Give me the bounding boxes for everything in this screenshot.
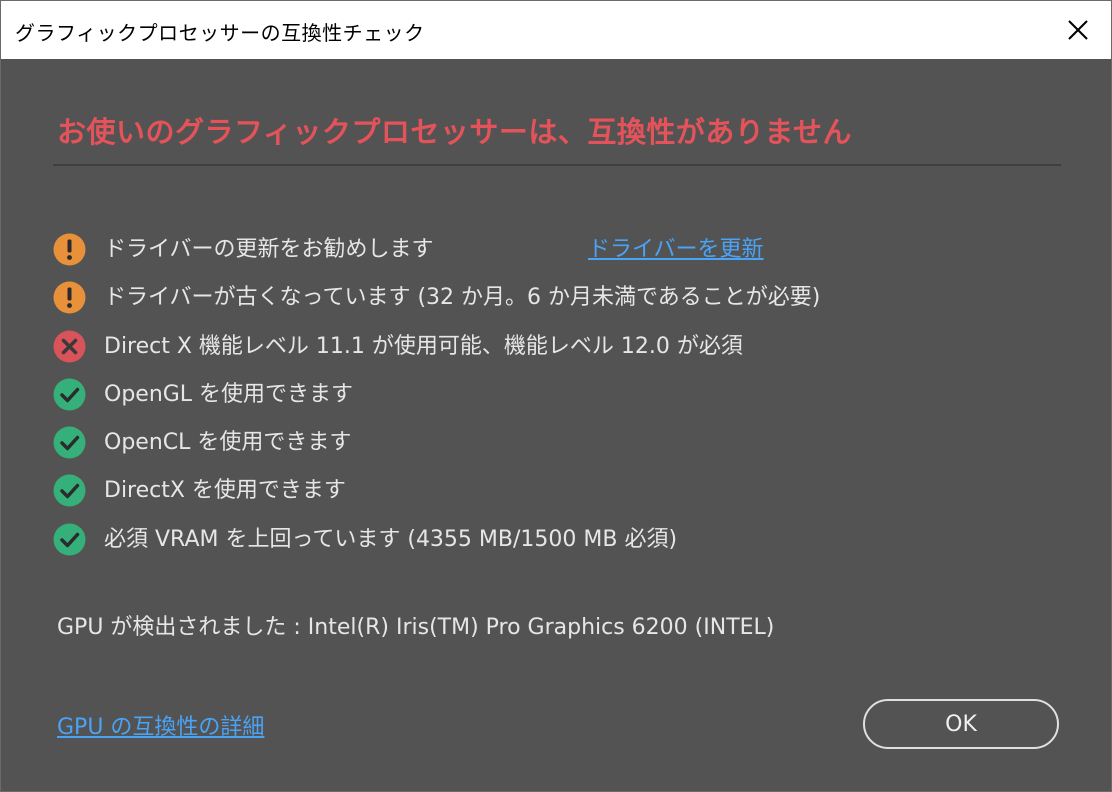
check-text: OpenGL を使用できます [104, 381, 354, 407]
check-icon [53, 378, 86, 411]
gpu-compatibility-details-link[interactable]: GPU の互換性の詳細 [57, 709, 264, 741]
check-icon [53, 426, 86, 459]
check-list: ドライバーの更新をお勧めします ドライバーを更新 ドライバーが古くなっています … [53, 223, 1053, 561]
incompatible-heading: お使いのグラフィックプロセッサーは、互換性がありません [57, 115, 853, 149]
check-item-opengl: OpenGL を使用できます [53, 368, 1053, 416]
gpu-detected-text: GPU が検出されました : Intel(R) Iris(TM) Pro Gra… [57, 615, 775, 640]
warning-icon [53, 233, 86, 266]
check-item-opencl: OpenCL を使用できます [53, 416, 1053, 464]
check-item-vram: 必須 VRAM を上回っています (4355 MB/1500 MB 必須) [53, 513, 1053, 561]
check-text: OpenCL を使用できます [104, 430, 352, 456]
check-text: DirectX を使用できます [104, 478, 346, 504]
check-icon [53, 474, 86, 507]
check-item-driver-update: ドライバーの更新をお勧めします ドライバーを更新 [53, 223, 1053, 271]
compatibility-dialog: グラフィックプロセッサーの互換性チェック お使いのグラフィックプロセッサーは、互… [0, 0, 1112, 792]
warning-icon [53, 281, 86, 314]
check-text: Direct X 機能レベル 11.1 が使用可能、機能レベル 12.0 が必須 [104, 333, 743, 359]
check-text: ドライバーが古くなっています (32 か月。6 か月未満であることが必要) [104, 285, 821, 311]
title-bar: グラフィックプロセッサーの互換性チェック [1, 1, 1111, 59]
close-button[interactable] [1045, 1, 1111, 59]
close-icon [1068, 20, 1088, 40]
check-icon [53, 523, 86, 556]
ok-button[interactable]: OK [863, 699, 1059, 749]
update-driver-link[interactable]: ドライバーを更新 [588, 231, 764, 263]
check-text: ドライバーの更新をお勧めします [104, 237, 434, 262]
window-title: グラフィックプロセッサーの互換性チェック [15, 21, 425, 45]
error-icon [53, 330, 86, 363]
check-item-directx: DirectX を使用できます [53, 464, 1053, 512]
check-text: 必須 VRAM を上回っています (4355 MB/1500 MB 必須) [104, 526, 678, 552]
divider [53, 164, 1061, 166]
check-item-directx-level: Direct X 機能レベル 11.1 が使用可能、機能レベル 12.0 が必須 [53, 320, 1053, 368]
check-item-driver-age: ドライバーが古くなっています (32 か月。6 か月未満であることが必要) [53, 271, 1053, 319]
